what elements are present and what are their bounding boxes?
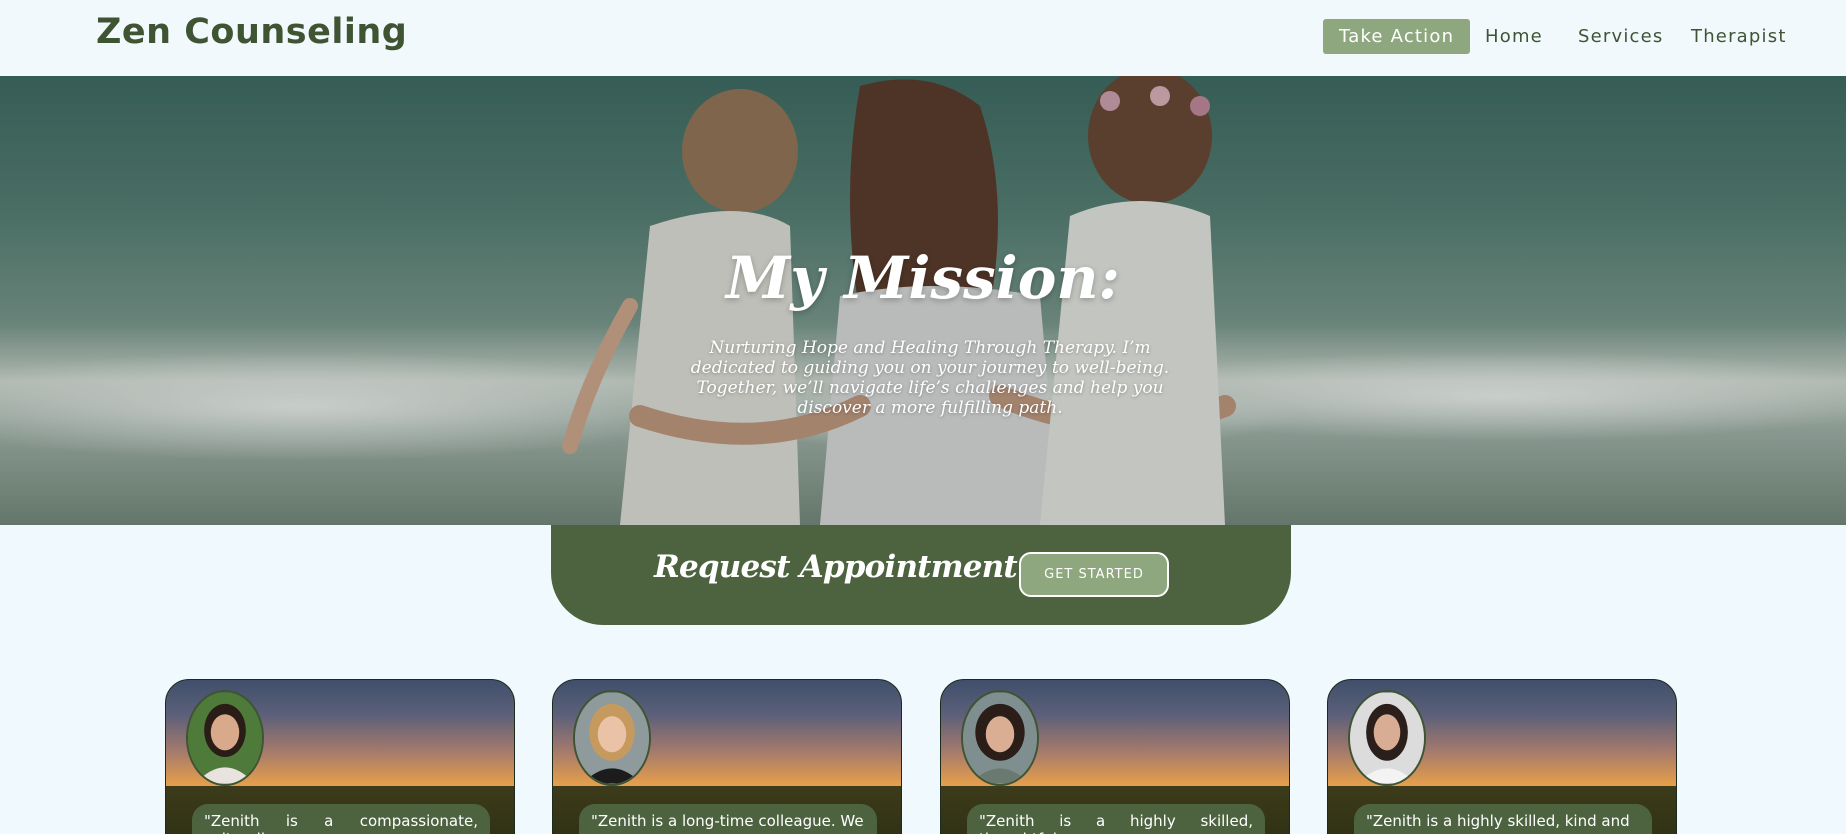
brand-logo[interactable]: Zen Counseling bbox=[96, 12, 407, 52]
nav-services[interactable]: Services bbox=[1578, 19, 1664, 55]
testimonial-card: "Zenith is a long-time colleague. We bbox=[552, 679, 902, 834]
get-started-button[interactable]: GET STARTED bbox=[1019, 552, 1169, 597]
testimonial-card: "Zenith is a highly skilled, thoughtful, bbox=[940, 679, 1290, 834]
therapist-avatar bbox=[573, 690, 651, 786]
therapist-avatar bbox=[186, 690, 264, 786]
testimonial-quote: "Zenith is a highly skilled, kind and bbox=[1354, 804, 1652, 834]
testimonial-quote: "Zenith is a compassionate, culturally bbox=[192, 804, 490, 834]
testimonial-card: "Zenith is a highly skilled, kind and bbox=[1327, 679, 1677, 834]
hero-title: My Mission: bbox=[726, 244, 1120, 312]
testimonial-card: "Zenith is a compassionate, culturally bbox=[165, 679, 515, 834]
appointment-band: Request Appointment today GET STARTED bbox=[551, 525, 1291, 625]
nav-take-action[interactable]: Take Action bbox=[1323, 19, 1471, 54]
therapist-avatar bbox=[1348, 690, 1426, 786]
nav-therapist[interactable]: Therapist bbox=[1691, 19, 1787, 55]
nav-home[interactable]: Home bbox=[1485, 19, 1543, 55]
hero-mission-text: Nurturing Hope and Healing Through Thera… bbox=[690, 338, 1170, 418]
hero-banner: My Mission: Nurturing Hope and Healing T… bbox=[0, 76, 1846, 525]
site-header: Zen Counseling Take Action Home Services… bbox=[0, 0, 1846, 76]
testimonial-quote: "Zenith is a highly skilled, thoughtful, bbox=[967, 804, 1265, 834]
therapist-avatar bbox=[961, 690, 1039, 786]
testimonial-quote: "Zenith is a long-time colleague. We bbox=[579, 804, 877, 834]
